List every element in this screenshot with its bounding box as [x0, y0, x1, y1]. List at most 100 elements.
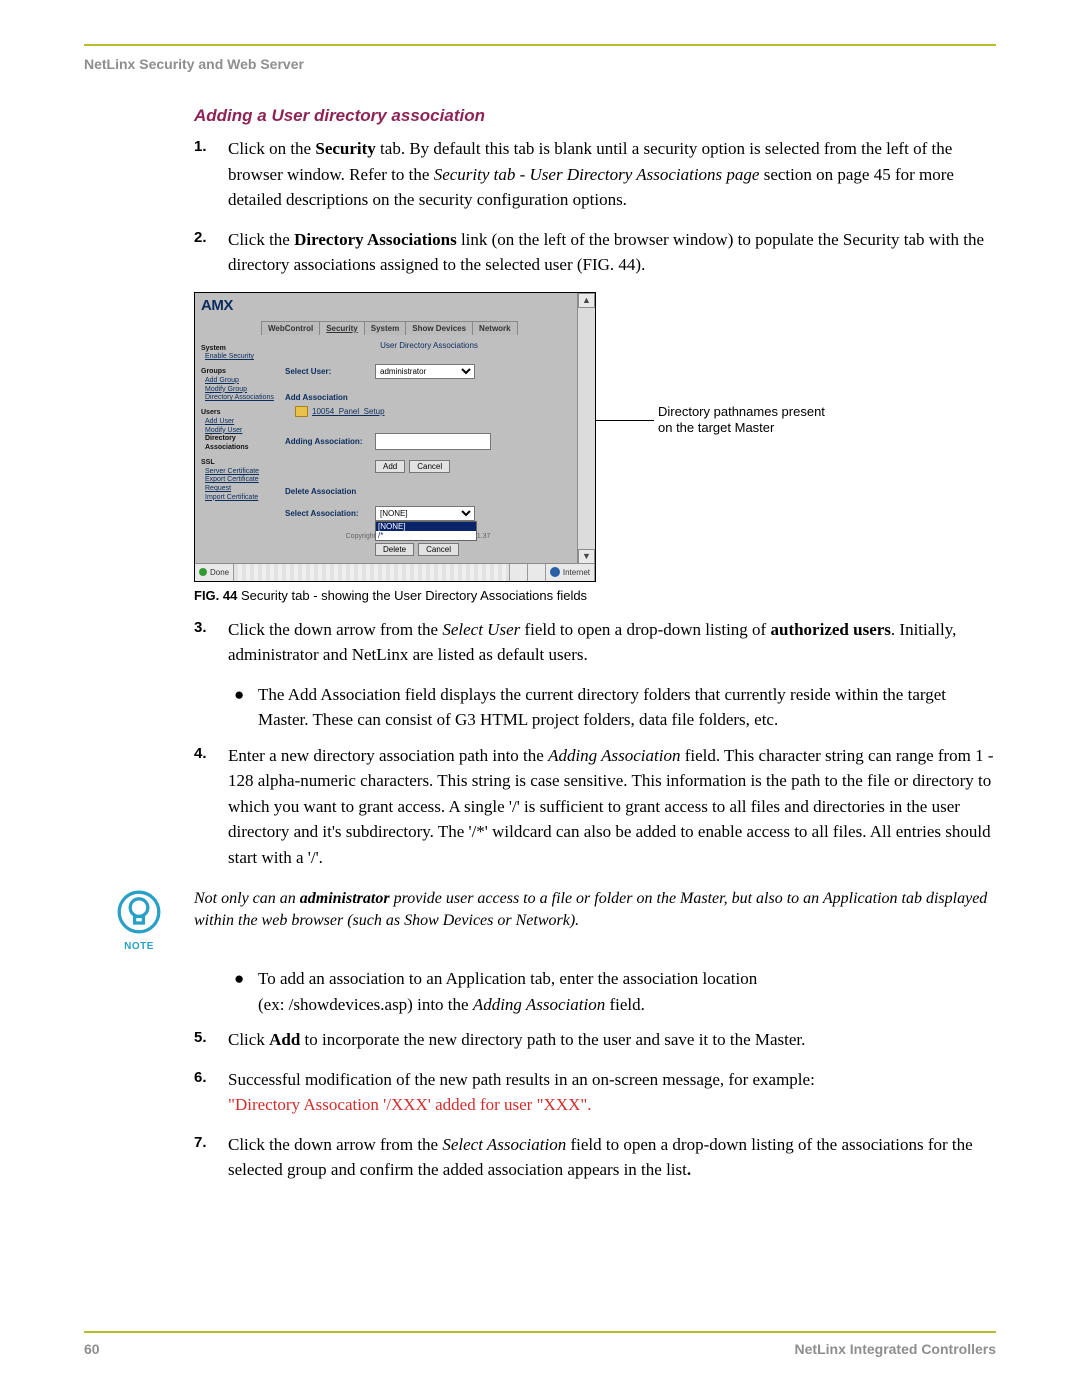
panel-title: User Directory Associations — [285, 337, 573, 354]
main-panel: User Directory Associations Select User:… — [285, 337, 573, 560]
step-5: 5. Click Add to incorporate the new dire… — [194, 1027, 996, 1053]
step-body: Click Add to incorporate the new directo… — [228, 1027, 996, 1053]
text: field. — [605, 995, 645, 1014]
step-number: 5. — [194, 1027, 228, 1053]
footer-right: NetLinx Integrated Controllers — [795, 1341, 996, 1357]
tab-system[interactable]: System — [364, 321, 406, 335]
globe-icon — [550, 567, 560, 577]
text: To add an association to an Application … — [258, 969, 757, 988]
scroll-up-icon[interactable]: ▲ — [578, 293, 595, 308]
sidebar-link-modify-user[interactable]: Modify User — [205, 427, 279, 436]
select-association-dropdown[interactable]: [NONE] [NONE] /* — [375, 506, 475, 521]
italic: Select Association — [442, 1135, 566, 1154]
bullet-icon: ● — [234, 682, 258, 733]
tab-bar: WebControl Security System Show Devices … — [261, 321, 517, 335]
status-done: Done — [195, 564, 234, 581]
step-number: 4. — [194, 743, 228, 871]
callout-line2: on the target Master — [658, 420, 774, 435]
sidebar-link-enable-security[interactable]: Enable Security — [205, 353, 279, 362]
sidebar-link-modify-group[interactable]: Modify Group — [205, 386, 279, 395]
sidebar-link-export-cert[interactable]: Export Certificate Request — [205, 476, 279, 494]
text: Enter a new directory association path i… — [228, 746, 548, 765]
status-seg — [510, 564, 528, 581]
step-number: 6. — [194, 1067, 228, 1118]
dropdown-option[interactable]: /* — [376, 531, 476, 540]
dropdown-list: [NONE] /* — [375, 521, 477, 541]
step-1: 1. Click on the Security tab. By default… — [194, 136, 996, 213]
step-5-bullet: ● To add an association to an Applicatio… — [234, 966, 996, 1017]
top-rule — [84, 44, 996, 46]
scroll-down-icon[interactable]: ▼ — [578, 549, 595, 564]
add-button[interactable]: Add — [375, 460, 405, 473]
scrollbar-vertical[interactable]: ▲ ▼ — [577, 293, 595, 564]
cancel-button[interactable]: Cancel — [409, 460, 450, 473]
section-title: Adding a User directory association — [194, 106, 996, 126]
done-icon — [199, 568, 207, 576]
folder-icon — [295, 406, 308, 417]
bold: Security — [315, 139, 375, 158]
bold: Add — [269, 1030, 300, 1049]
select-user-row: Select User: administrator — [285, 364, 573, 379]
note-text: Not only can an administrator provide us… — [194, 884, 996, 933]
sidebar-link-import-cert[interactable]: Import Certificate — [205, 494, 279, 503]
sidebar-link-user-dir-assoc-2[interactable]: Associations — [205, 444, 279, 453]
sidebar-header-groups: Groups — [201, 368, 279, 377]
sidebar-link-add-group[interactable]: Add Group — [205, 377, 279, 386]
tab-security[interactable]: Security — [319, 321, 365, 335]
step-number: 1. — [194, 136, 228, 213]
step-3-bullet: ● The Add Association field displays the… — [234, 682, 996, 733]
screenshot: AMX WebControl Security System Show Devi… — [194, 292, 596, 582]
step-number: 3. — [194, 617, 228, 668]
adding-association-label: Adding Association: — [285, 437, 375, 446]
text: Click on the — [228, 139, 315, 158]
step-2: 2. Click the Directory Associations link… — [194, 227, 996, 278]
adding-association-row: Adding Association: — [285, 433, 573, 450]
status-internet-text: Internet — [563, 568, 590, 577]
step-6: 6. Successful modification of the new pa… — [194, 1067, 996, 1118]
figure-text: Security tab - showing the User Director… — [237, 588, 587, 603]
step-4: 4. Enter a new directory association pat… — [194, 743, 996, 871]
step-body: Successful modification of the new path … — [228, 1067, 996, 1118]
content-column: Adding a User directory association 1. C… — [194, 106, 996, 1183]
sidebar-link-add-user[interactable]: Add User — [205, 418, 279, 427]
tab-network[interactable]: Network — [472, 321, 518, 335]
sidebar-link-server-cert[interactable]: Server Certificate — [205, 468, 279, 477]
step-body: Enter a new directory association path i… — [228, 743, 996, 871]
status-done-text: Done — [210, 568, 229, 577]
tab-show-devices[interactable]: Show Devices — [405, 321, 473, 335]
running-head: NetLinx Security and Web Server — [84, 56, 996, 72]
bullet-icon: ● — [234, 966, 258, 1017]
tab-webcontrol[interactable]: WebControl — [261, 321, 320, 335]
status-seg — [528, 564, 546, 581]
callout-line — [596, 420, 654, 421]
status-bar: Done Internet — [195, 563, 595, 581]
callout-text: Directory pathnames present on the targe… — [658, 404, 825, 438]
bullet-text: The Add Association field displays the c… — [258, 682, 996, 733]
bold: Directory Associations — [294, 230, 457, 249]
add-buttons-row: Add Cancel — [375, 460, 573, 473]
success-message: "Directory Assocation '/XXX' added for u… — [228, 1095, 592, 1114]
cancel-button-2[interactable]: Cancel — [418, 543, 459, 556]
status-empty — [234, 564, 510, 581]
text: (ex: /showdevices.asp) into the — [258, 995, 473, 1014]
select-association-row: Select Association: [NONE] [NONE] /* — [285, 506, 573, 521]
page: NetLinx Security and Web Server Adding a… — [0, 0, 1080, 1397]
text: Not only can an — [194, 890, 300, 907]
delete-button[interactable]: Delete — [375, 543, 414, 556]
sidebar-link-user-dir-assoc-1[interactable]: Directory — [205, 435, 279, 444]
folder-name[interactable]: 10054_Panel_Setup — [312, 407, 385, 416]
text: Click the down arrow from the — [228, 620, 442, 639]
step-number: 2. — [194, 227, 228, 278]
delete-buttons-row: Delete Cancel — [375, 543, 573, 556]
dropdown-option[interactable]: [NONE] — [376, 522, 476, 531]
text: Click the — [228, 230, 294, 249]
adding-association-input[interactable] — [375, 433, 491, 450]
folder-row: 10054_Panel_Setup — [295, 406, 573, 417]
add-association-header: Add Association — [285, 393, 573, 402]
select-user-label: Select User: — [285, 367, 375, 376]
lightbulb-icon — [117, 890, 161, 934]
select-user-dropdown[interactable]: administrator — [375, 364, 475, 379]
figure-caption: FIG. 44 Security tab - showing the User … — [194, 588, 996, 603]
step-body: Click the down arrow from the Select Use… — [228, 617, 996, 668]
sidebar-link-group-dir-assoc[interactable]: Directory Associations — [205, 394, 279, 403]
